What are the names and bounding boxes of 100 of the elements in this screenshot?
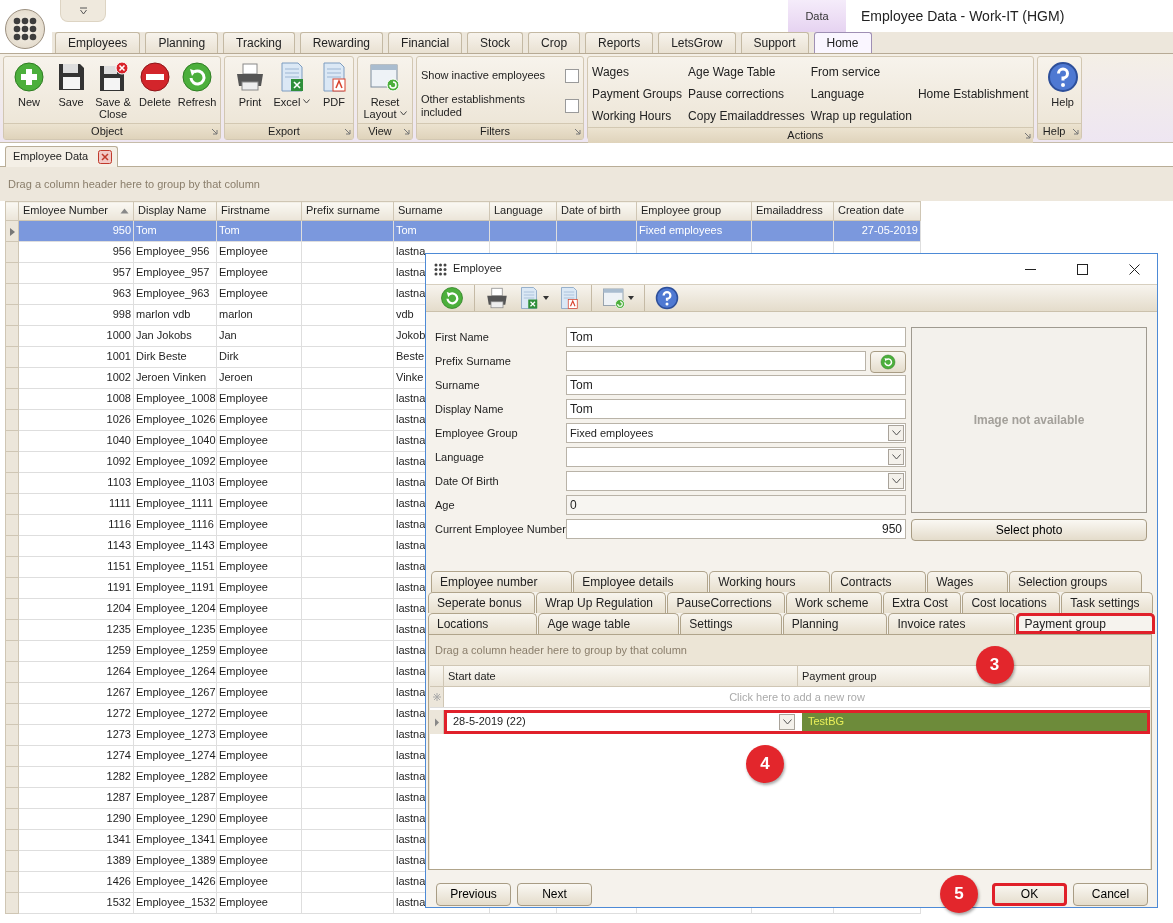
ribbon-button[interactable]: Print	[229, 61, 271, 108]
close-icon[interactable]	[98, 150, 113, 164]
dialog-launcher-icon[interactable]	[1070, 126, 1081, 137]
column-header[interactable]: Start date	[444, 666, 798, 687]
table-cell: Employee_1103	[133, 472, 217, 494]
ribbon-button[interactable]: Excel	[271, 61, 313, 108]
ribbon-tab[interactable]: Home	[813, 32, 872, 53]
input-field[interactable]: Tom	[566, 375, 906, 395]
dropdown-field[interactable]	[566, 447, 906, 467]
action-link[interactable]: Working Hours	[592, 105, 683, 127]
tab[interactable]: Cost locations	[962, 592, 1061, 613]
filter-label: Other establishments included	[421, 92, 526, 120]
dialog-button[interactable]: OK	[992, 883, 1067, 906]
table-cell: 1267	[18, 682, 134, 704]
table-cell: Employee	[216, 766, 302, 788]
action-link[interactable]: Payment Groups	[592, 83, 683, 105]
action-link[interactable]: Wages	[592, 61, 683, 83]
dialog-button[interactable]: Cancel	[1073, 883, 1148, 906]
dialog-launcher-icon[interactable]	[210, 126, 220, 137]
tab[interactable]: Contracts	[831, 571, 927, 592]
tab[interactable]: Extra Cost	[882, 592, 962, 613]
tab[interactable]: Employee details	[573, 571, 709, 592]
checkbox[interactable]	[565, 99, 579, 113]
application-menu-button[interactable]	[5, 9, 45, 49]
ribbon-tab[interactable]: Planning	[145, 32, 219, 53]
ribbon-button[interactable]: Save	[50, 61, 92, 108]
chevron-down-icon	[891, 430, 901, 436]
input-field[interactable]: Tom	[566, 399, 906, 419]
tab[interactable]: Task settings	[1061, 592, 1154, 613]
table-cell: 1426	[18, 871, 134, 893]
tab[interactable]: Selection groups	[1008, 571, 1142, 592]
chevron-down-icon	[891, 454, 901, 460]
action-link[interactable]: Wrap up regulation	[810, 105, 912, 127]
action-link[interactable]: From service	[810, 61, 912, 83]
ribbon-tab[interactable]: Rewarding	[299, 32, 384, 53]
tab[interactable]: Invoice rates	[888, 613, 1015, 634]
ribbon-tab[interactable]: Employees	[55, 32, 141, 53]
tab[interactable]: Wrap Up Regulation	[536, 592, 667, 613]
ribbon-tab[interactable]: Reports	[585, 32, 654, 53]
table-cell: Employee_1274	[133, 745, 217, 767]
table-cell: Employee	[216, 808, 302, 830]
dropdown-field[interactable]	[566, 471, 906, 491]
dialog-launcher-icon[interactable]	[343, 126, 353, 137]
ribbon-tab[interactable]: LetsGrow	[658, 32, 736, 53]
table-cell: 1273	[18, 724, 134, 746]
input-field: 0	[566, 495, 906, 515]
ribbon-button[interactable]: Help	[1041, 61, 1084, 108]
table-cell: 957	[18, 262, 134, 284]
tab[interactable]: Age wage table	[538, 613, 680, 634]
dropdown-field[interactable]: Fixed employees	[566, 423, 906, 443]
tab[interactable]: PauseCorrections	[667, 592, 786, 613]
input-field[interactable]: Tom	[566, 327, 906, 347]
tab[interactable]: Planning	[782, 613, 888, 634]
ribbon-button[interactable]: Delete	[134, 61, 176, 108]
document-tab[interactable]: Employee Data	[5, 146, 119, 167]
checkbox[interactable]	[565, 69, 579, 83]
action-link[interactable]: Home Establishment	[917, 83, 1029, 105]
toolbar-button[interactable]	[438, 286, 466, 310]
caret-icon	[399, 111, 407, 117]
dialog-launcher-icon[interactable]	[402, 126, 412, 137]
action-link[interactable]: Copy Emailaddresses	[688, 105, 805, 127]
input-field[interactable]: 950	[566, 519, 906, 539]
input-field[interactable]	[566, 351, 866, 371]
action-link[interactable]: Age Wage Table	[688, 61, 805, 83]
dialog-launcher-icon[interactable]	[573, 126, 583, 137]
ribbon-button[interactable]: Save & Close	[92, 61, 134, 120]
refresh-button[interactable]	[870, 351, 906, 373]
table-cell: 1287	[18, 787, 134, 809]
table-row[interactable]: 28-5-2019 (22) TestBG	[444, 710, 1150, 734]
ribbon-button[interactable]: PDF	[313, 61, 355, 108]
tab[interactable]: Working hours	[709, 571, 831, 592]
ribbon-tab[interactable]: Stock	[467, 32, 524, 53]
ribbon-button[interactable]: Refresh	[176, 61, 218, 108]
tab[interactable]: Payment group	[1015, 613, 1155, 634]
table-cell: Employee	[216, 682, 302, 704]
select-photo-button[interactable]: Select photo	[911, 519, 1147, 541]
ribbon-tab[interactable]: Financial	[388, 32, 463, 53]
tab[interactable]: Employee number	[431, 571, 573, 592]
ribbon-button[interactable]: Reset Layout	[362, 61, 408, 120]
dialog-launcher-icon[interactable]	[1022, 130, 1033, 141]
field-label: First Name	[435, 330, 490, 345]
ribbon-button[interactable]: New	[8, 61, 50, 108]
tab[interactable]: Settings	[680, 613, 782, 634]
toolbar-button[interactable]	[653, 286, 681, 310]
table-cell: 1143	[18, 535, 134, 557]
tab[interactable]: Wages	[927, 571, 1008, 592]
table-cell: Employee_1092	[133, 451, 217, 473]
action-link[interactable]: Pause corrections	[688, 83, 805, 105]
dialog-button[interactable]: Previous	[436, 883, 511, 906]
tab[interactable]: Seperate bonus	[428, 592, 536, 613]
ribbon-tab[interactable]: Support	[740, 32, 809, 53]
action-link[interactable]: Language	[810, 83, 912, 105]
dialog-button[interactable]: Next	[517, 883, 592, 906]
tab[interactable]: Work scheme	[786, 592, 882, 613]
table-cell: Employee	[216, 787, 302, 809]
tab[interactable]: Locations	[428, 613, 538, 634]
ribbon-tab[interactable]: Tracking	[223, 32, 295, 53]
quick-access-dropdown[interactable]	[60, 0, 106, 22]
field-label: Age	[435, 498, 456, 513]
ribbon-tab[interactable]: Crop	[528, 32, 581, 53]
